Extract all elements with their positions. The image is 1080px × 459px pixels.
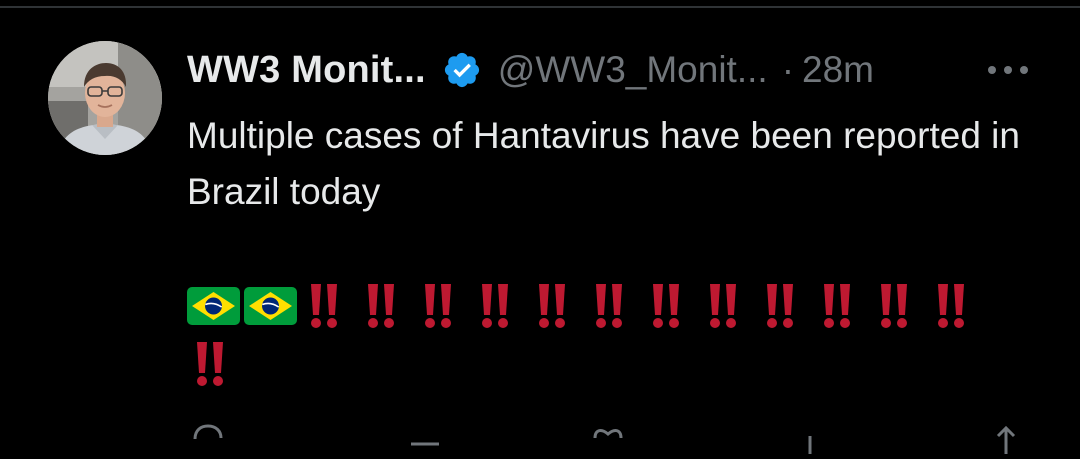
double-exclamation-icon	[643, 282, 687, 330]
timestamp[interactable]: 28m	[802, 49, 874, 91]
avatar[interactable]	[48, 41, 162, 155]
repost-icon[interactable]	[409, 424, 443, 454]
brazil-flag-icon	[187, 287, 240, 325]
more-horizontal-icon[interactable]	[986, 62, 1030, 78]
double-exclamation-icon	[586, 282, 630, 330]
double-exclamation-icon	[928, 282, 972, 330]
separator-dot: ·	[781, 49, 795, 90]
double-exclamation-icon	[757, 282, 801, 330]
share-icon[interactable]	[989, 424, 1023, 454]
double-exclamation-icon	[301, 282, 345, 330]
top-divider	[0, 6, 1080, 8]
like-icon[interactable]	[591, 424, 625, 454]
double-exclamation-icon	[187, 340, 231, 388]
brazil-flag-icon	[244, 287, 297, 325]
tweet-text: Multiple cases of Hantavirus have been r…	[187, 115, 1020, 212]
reply-icon[interactable]	[191, 424, 225, 454]
avatar-photo	[48, 41, 162, 155]
double-exclamation-icon	[358, 282, 402, 330]
user-handle[interactable]: @WW3_Monit...	[498, 49, 768, 91]
emoji-row	[187, 282, 987, 388]
verified-badge-icon[interactable]	[442, 50, 482, 90]
tweet-header: WW3 Monit... @WW3_Monit... · 28m	[187, 44, 874, 96]
double-exclamation-icon	[529, 282, 573, 330]
double-exclamation-icon	[814, 282, 858, 330]
display-name[interactable]: WW3 Monit...	[187, 49, 426, 92]
double-exclamation-icon	[472, 282, 516, 330]
action-bar	[187, 418, 1047, 454]
views-icon[interactable]	[793, 424, 827, 454]
double-exclamation-icon	[700, 282, 744, 330]
double-exclamation-icon	[871, 282, 915, 330]
double-exclamation-icon	[415, 282, 459, 330]
